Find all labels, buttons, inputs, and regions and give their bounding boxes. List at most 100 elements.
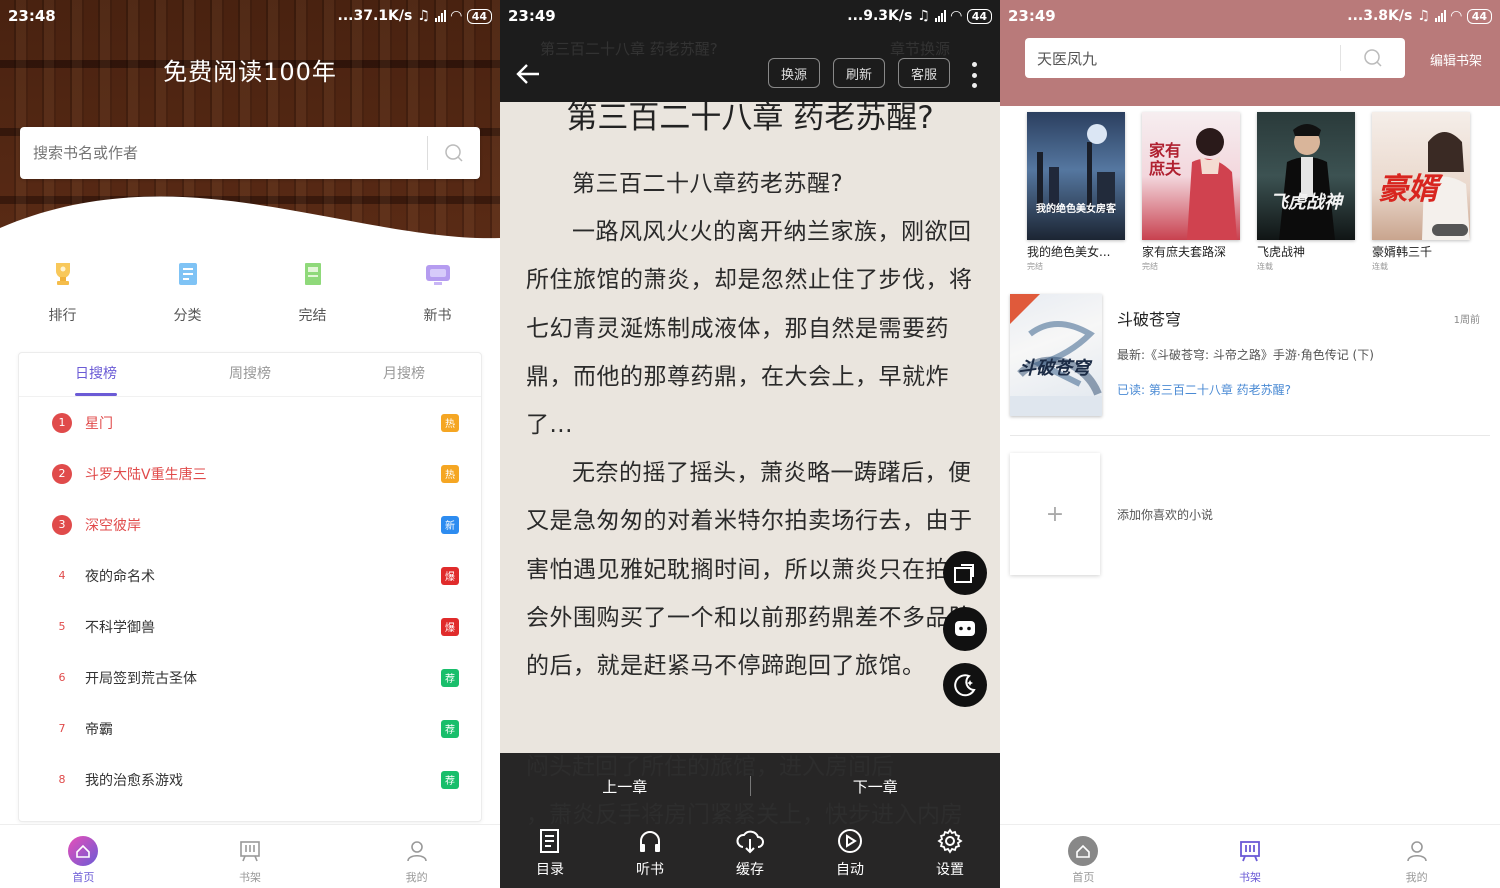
listen-button[interactable]: 听书 xyxy=(600,819,700,888)
category-shortcuts: 排行 分类 完结 新书 xyxy=(0,255,500,325)
chat-button[interactable] xyxy=(943,607,987,651)
signal-icon xyxy=(1434,10,1446,22)
tab-label: 书架 xyxy=(1239,871,1261,884)
category-rank[interactable]: 排行 xyxy=(0,255,125,325)
new-book-icon xyxy=(418,255,458,293)
catalog-button[interactable]: 目录 xyxy=(500,819,600,888)
table-row[interactable]: 8 我的治愈系游戏 荐 xyxy=(19,754,481,805)
tab-label: 我的 xyxy=(1405,871,1428,884)
tab-monthly[interactable]: 月搜榜 xyxy=(327,353,481,396)
search-icon[interactable] xyxy=(1341,48,1405,68)
recommend-book[interactable]: 飞虎战神 飞虎战神 连载 xyxy=(1257,112,1355,272)
table-row[interactable]: 3 深空彼岸 新 xyxy=(19,499,481,550)
book-title: 星门 xyxy=(85,415,113,432)
shelf-book-title: 斗破苍穹 xyxy=(1117,310,1182,329)
add-book-button[interactable]: + xyxy=(1010,453,1100,575)
status-time: 23:49 xyxy=(1008,7,1056,25)
rank-number: 5 xyxy=(58,620,66,633)
table-row[interactable]: 1 星门 热 xyxy=(19,397,481,448)
paragraph: 无奈的摇了摇头，萧炎略一踌躇后，便又是急匆匆的对着米特尔拍卖场行去，由于害怕遇见… xyxy=(526,460,973,680)
recommend-book[interactable]: 豪婿 豪婿韩三千 连载 xyxy=(1372,112,1470,272)
change-source-button[interactable]: 换源 xyxy=(768,58,820,88)
customer-service-button[interactable]: 客服 xyxy=(898,58,950,88)
net-speed: ...9.3K/s xyxy=(847,8,913,24)
tab-profile[interactable]: 我的 xyxy=(333,825,500,888)
search-icon[interactable] xyxy=(428,127,480,179)
finished-book-icon xyxy=(293,255,333,293)
tab-home[interactable]: 首页 xyxy=(1000,825,1167,888)
tab-daily[interactable]: 日搜榜 xyxy=(19,353,173,396)
auto-read-button[interactable]: 自动 xyxy=(800,819,900,888)
category-finished[interactable]: 完结 xyxy=(250,255,375,325)
book-cover: 我的绝色美女房客 xyxy=(1027,112,1125,240)
hot-badge: 荐 xyxy=(441,719,459,738)
headphones-icon xyxy=(636,825,664,857)
category-classify[interactable]: 分类 xyxy=(125,255,250,325)
hot-badge: 荐 xyxy=(441,770,459,789)
rank-number: 1 xyxy=(52,412,72,433)
recommend-book[interactable]: 家有庶夫 家有庶夫套路深 完结 xyxy=(1142,112,1240,272)
book-title: 夜的命名术 xyxy=(85,568,155,585)
moon-icon xyxy=(954,674,976,697)
tab-bookshelf[interactable]: 书架 xyxy=(167,825,334,888)
paragraph: 第三百二十八章药老苏醒? xyxy=(572,171,844,197)
category-new[interactable]: 新书 xyxy=(375,255,500,325)
wifi-icon: ◠ xyxy=(950,8,962,24)
tab-bookshelf[interactable]: 书架 xyxy=(1167,825,1334,888)
hot-badge: 新 xyxy=(441,515,459,534)
book-status: 连载 xyxy=(1372,262,1388,271)
cover-title: 豪婿 xyxy=(1378,172,1438,207)
tool-label: 缓存 xyxy=(736,862,764,878)
rank-number: 4 xyxy=(58,569,66,582)
home-icon xyxy=(67,835,99,867)
book-status: 完结 xyxy=(1142,262,1158,271)
bookshelf-icon xyxy=(237,835,263,867)
battery-icon: 44 xyxy=(466,8,492,24)
shelf-search-bar[interactable] xyxy=(1025,38,1405,78)
tool-label: 听书 xyxy=(636,862,664,878)
tab-home[interactable]: 首页 xyxy=(0,825,167,888)
wifi-icon: ◠ xyxy=(450,8,462,24)
tab-weekly[interactable]: 周搜榜 xyxy=(173,353,327,396)
battery-icon: 44 xyxy=(966,8,992,24)
user-icon xyxy=(404,835,430,867)
net-speed: ...3.8K/s xyxy=(1347,8,1413,24)
table-row[interactable]: 5 不科学御兽 爆 xyxy=(19,601,481,652)
refresh-button[interactable]: 刷新 xyxy=(833,58,885,88)
cache-button[interactable]: 缓存 xyxy=(700,819,800,888)
category-label: 分类 xyxy=(173,308,202,324)
search-input[interactable] xyxy=(20,127,427,179)
more-icon[interactable] xyxy=(966,60,982,90)
book-name: 豪婿韩三千 xyxy=(1372,245,1433,259)
status-bar: 23:49 ...9.3K/s ♫ ◠ 44 xyxy=(500,0,1000,32)
table-row[interactable]: 6 开局签到荒古圣体 荐 xyxy=(19,652,481,703)
play-icon xyxy=(836,825,864,857)
table-row[interactable]: 2 斗罗大陆V重生唐三 热 xyxy=(19,448,481,499)
recommend-book[interactable]: 我的绝色美女房客 我的绝色美女... 完结 xyxy=(1027,112,1125,272)
paragraph: 一路风风火火的离开纳兰家族，刚欲回所住旅馆的萧炎，却是忽然止住了步伐，将七幻青灵… xyxy=(526,219,973,439)
book-title: 帝霸 xyxy=(85,721,113,738)
rotate-screen-button[interactable] xyxy=(943,551,987,595)
table-row[interactable]: 7 帝霸 荐 xyxy=(19,703,481,754)
download-icon xyxy=(735,825,765,857)
table-row[interactable]: 4 夜的命名术 爆 xyxy=(19,550,481,601)
night-mode-button[interactable] xyxy=(943,663,987,707)
bookshelf-screen: 23:49 ...3.8K/s ♫ ◠ 44 编辑书架 我的绝色美女房客 我的绝… xyxy=(1000,0,1500,888)
settings-button[interactable]: 设置 xyxy=(900,819,1000,888)
search-bar[interactable] xyxy=(20,127,480,179)
gear-icon xyxy=(936,825,964,857)
mute-icon: ♫ xyxy=(1417,8,1430,24)
underlying-text-line: 闷头赶回了所住的旅馆，进入房间后 xyxy=(526,754,894,780)
ghost-change-source: 章节换源 xyxy=(890,40,951,58)
ranking-card: 日搜榜 周搜榜 月搜榜 1 星门热 2 斗罗大陆V重生唐三热 3 深空彼岸新 4 夜的命名术爆… xyxy=(18,352,482,822)
wifi-icon: ◠ xyxy=(1450,8,1462,24)
rank-number: 7 xyxy=(58,722,66,735)
shelf-book-item[interactable]: 斗破苍穹 斗破苍穹 1周前 最新:《斗破苍穹: 斗帝之路》手游·角色传记 (下)… xyxy=(1010,294,1490,436)
reader-screen: 第三百二十八章 药老苏醒? 章节换源 换源 刷新 客服 23:49 ...9.3… xyxy=(500,0,1000,888)
ranking-list: 1 星门热 2 斗罗大陆V重生唐三热 3 深空彼岸新 4 夜的命名术爆 5 不科学御兽爆 6 开局签到… xyxy=(19,397,481,805)
back-arrow-icon[interactable] xyxy=(512,58,544,90)
shelf-search-input[interactable] xyxy=(1025,38,1340,78)
edit-shelf-button[interactable]: 编辑书架 xyxy=(1430,50,1482,69)
tab-profile[interactable]: 我的 xyxy=(1333,825,1500,888)
reader-bottom-panel: 闷头赶回了所住的旅馆，进入房间后 ，萧炎反手将房门紧紧关上，快步进入内房 上一章… xyxy=(500,753,1000,888)
